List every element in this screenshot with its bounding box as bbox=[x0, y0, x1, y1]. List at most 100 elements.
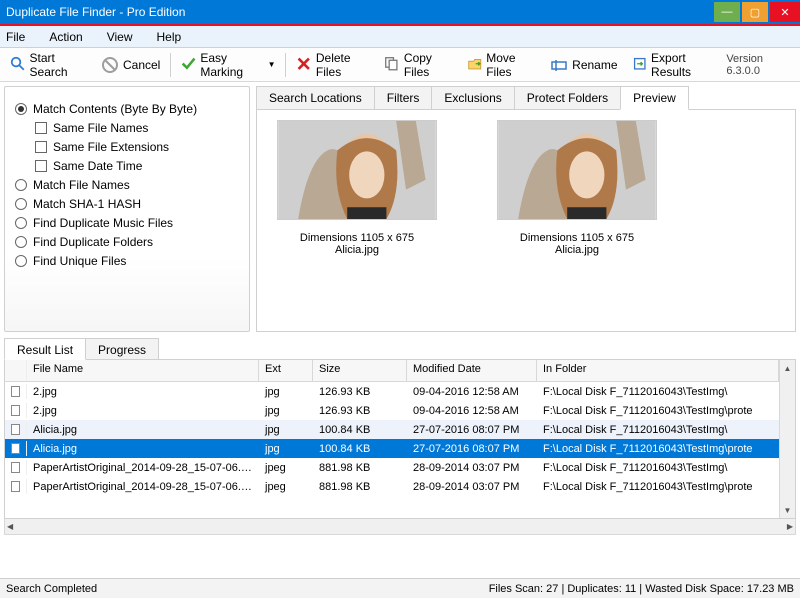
easy-marking-button[interactable]: Easy Marking ▼ bbox=[175, 48, 281, 82]
cell-filename: 2.jpg bbox=[27, 384, 259, 400]
table-row[interactable]: 2.jpgjpg126.93 KB09-04-2016 12:58 AMF:\L… bbox=[5, 382, 779, 401]
cell-filename: PaperArtistOriginal_2014-09-28_15-07-06.… bbox=[27, 460, 259, 476]
vertical-scrollbar[interactable]: ▲ ▼ bbox=[779, 360, 795, 518]
table-row[interactable]: Alicia.jpgjpg100.84 KB27-07-2016 08:07 P… bbox=[5, 439, 779, 458]
checkbox-icon bbox=[35, 122, 47, 134]
opt-find-folders[interactable]: Find Duplicate Folders bbox=[15, 235, 239, 249]
radio-icon bbox=[15, 103, 27, 115]
tab-filters[interactable]: Filters bbox=[374, 86, 433, 110]
toolbar: Start Search Cancel Easy Marking ▼ Delet… bbox=[0, 48, 800, 82]
scroll-up-icon[interactable]: ▲ bbox=[780, 360, 795, 376]
table-row[interactable]: Alicia.jpgjpg100.84 KB27-07-2016 08:07 P… bbox=[5, 420, 779, 439]
easy-marking-label: Easy Marking bbox=[200, 51, 261, 79]
scroll-right-icon[interactable]: ▶ bbox=[787, 522, 793, 531]
copy-files-button[interactable]: Copy Files bbox=[378, 48, 458, 82]
opt-same-ext[interactable]: Same File Extensions bbox=[35, 140, 239, 154]
cell-ext: jpg bbox=[259, 422, 313, 438]
delete-files-button[interactable]: Delete Files bbox=[290, 48, 376, 82]
delete-label: Delete Files bbox=[316, 51, 371, 79]
cancel-icon bbox=[101, 56, 119, 74]
row-checkbox[interactable] bbox=[11, 386, 20, 397]
opt-match-contents[interactable]: Match Contents (Byte By Byte) bbox=[15, 102, 239, 116]
col-ext[interactable]: Ext bbox=[259, 360, 313, 381]
cell-size: 126.93 KB bbox=[313, 403, 407, 419]
cell-date: 27-07-2016 08:07 PM bbox=[407, 422, 537, 438]
tab-preview[interactable]: Preview bbox=[620, 86, 689, 110]
radio-icon bbox=[15, 198, 27, 210]
cell-size: 126.93 KB bbox=[313, 384, 407, 400]
close-button[interactable]: ✕ bbox=[770, 2, 800, 22]
menu-view[interactable]: View bbox=[107, 30, 133, 44]
rename-icon bbox=[550, 56, 568, 74]
menu-file[interactable]: File bbox=[6, 30, 25, 44]
cell-ext: jpg bbox=[259, 384, 313, 400]
table-row[interactable]: PaperArtistOriginal_2014-09-28_15-07-06.… bbox=[5, 458, 779, 477]
toolbar-separator bbox=[285, 53, 286, 77]
opt-match-sha[interactable]: Match SHA-1 HASH bbox=[15, 197, 239, 211]
row-checkbox[interactable] bbox=[11, 443, 20, 454]
dropdown-icon: ▼ bbox=[268, 60, 276, 69]
cell-date: 09-04-2016 12:58 AM bbox=[407, 384, 537, 400]
rename-button[interactable]: Rename bbox=[544, 53, 623, 77]
cell-date: 28-09-2014 03:07 PM bbox=[407, 460, 537, 476]
start-search-button[interactable]: Start Search bbox=[4, 48, 93, 82]
col-folder[interactable]: In Folder bbox=[537, 360, 779, 381]
menu-help[interactable]: Help bbox=[157, 30, 182, 44]
status-right: Files Scan: 27 | Duplicates: 11 | Wasted… bbox=[489, 583, 794, 595]
row-checkbox[interactable] bbox=[11, 405, 20, 416]
tab-search-locations[interactable]: Search Locations bbox=[256, 86, 375, 110]
opt-same-date[interactable]: Same Date Time bbox=[35, 159, 239, 173]
upper-panel: Match Contents (Byte By Byte) Same File … bbox=[4, 86, 796, 332]
opt-same-names[interactable]: Same File Names bbox=[35, 121, 239, 135]
col-filename[interactable]: File Name bbox=[27, 360, 259, 381]
row-checkbox[interactable] bbox=[11, 481, 20, 492]
cell-folder: F:\Local Disk F_7112016043\TestImg\ bbox=[537, 384, 779, 400]
radio-icon bbox=[15, 179, 27, 191]
tab-protect-folders[interactable]: Protect Folders bbox=[514, 86, 621, 110]
status-bar: Search Completed Files Scan: 27 | Duplic… bbox=[0, 578, 800, 598]
cancel-button[interactable]: Cancel bbox=[95, 53, 166, 77]
horizontal-scrollbar[interactable]: ◀ ▶ bbox=[4, 519, 796, 535]
grid-body[interactable]: 2.jpgjpg126.93 KB09-04-2016 12:58 AMF:\L… bbox=[5, 382, 779, 518]
menu-action[interactable]: Action bbox=[49, 30, 82, 44]
preview-thumb bbox=[497, 120, 657, 220]
opt-find-unique[interactable]: Find Unique Files bbox=[15, 254, 239, 268]
move-files-button[interactable]: Move Files bbox=[461, 48, 542, 82]
preview-panel: Dimensions 1105 x 675 Alicia.jpg Dimensi… bbox=[256, 109, 796, 332]
table-row[interactable]: PaperArtistOriginal_2014-09-28_15-07-06.… bbox=[5, 477, 779, 496]
move-icon bbox=[467, 56, 483, 74]
export-results-button[interactable]: Export Results bbox=[626, 48, 725, 82]
cell-ext: jpeg bbox=[259, 479, 313, 495]
table-row[interactable]: 2.jpgjpg126.93 KB09-04-2016 12:58 AMF:\L… bbox=[5, 401, 779, 420]
radio-icon bbox=[15, 217, 27, 229]
preview-item[interactable]: Dimensions 1105 x 675 Alicia.jpg bbox=[487, 120, 667, 256]
right-pane: Search Locations Filters Exclusions Prot… bbox=[256, 86, 796, 332]
menu-bar: File Action View Help bbox=[0, 26, 800, 48]
maximize-button[interactable]: ▢ bbox=[742, 2, 768, 22]
col-size[interactable]: Size bbox=[313, 360, 407, 381]
tab-progress[interactable]: Progress bbox=[85, 338, 159, 360]
result-grid: File Name Ext Size Modified Date In Fold… bbox=[4, 359, 796, 519]
checkbox-icon bbox=[35, 160, 47, 172]
col-check[interactable] bbox=[5, 360, 27, 381]
cell-ext: jpg bbox=[259, 403, 313, 419]
checkbox-icon bbox=[35, 141, 47, 153]
tab-exclusions[interactable]: Exclusions bbox=[431, 86, 514, 110]
cell-folder: F:\Local Disk F_7112016043\TestImg\ bbox=[537, 460, 779, 476]
opt-match-names[interactable]: Match File Names bbox=[15, 178, 239, 192]
minimize-button[interactable]: — bbox=[714, 2, 740, 22]
cell-folder: F:\Local Disk F_7112016043\TestImg\prote bbox=[537, 441, 779, 457]
tab-result-list[interactable]: Result List bbox=[4, 338, 86, 360]
preview-item[interactable]: Dimensions 1105 x 675 Alicia.jpg bbox=[267, 120, 447, 256]
body-area: Match Contents (Byte By Byte) Same File … bbox=[0, 82, 800, 578]
col-modified[interactable]: Modified Date bbox=[407, 360, 537, 381]
row-checkbox[interactable] bbox=[11, 462, 20, 473]
scroll-down-icon[interactable]: ▼ bbox=[780, 502, 795, 518]
version-label: Version 6.3.0.0 bbox=[726, 53, 790, 77]
scroll-left-icon[interactable]: ◀ bbox=[7, 522, 13, 531]
cell-filename: Alicia.jpg bbox=[27, 422, 259, 438]
row-checkbox[interactable] bbox=[11, 424, 20, 435]
cell-date: 27-07-2016 08:07 PM bbox=[407, 441, 537, 457]
move-label: Move Files bbox=[486, 51, 536, 79]
opt-find-music[interactable]: Find Duplicate Music Files bbox=[15, 216, 239, 230]
